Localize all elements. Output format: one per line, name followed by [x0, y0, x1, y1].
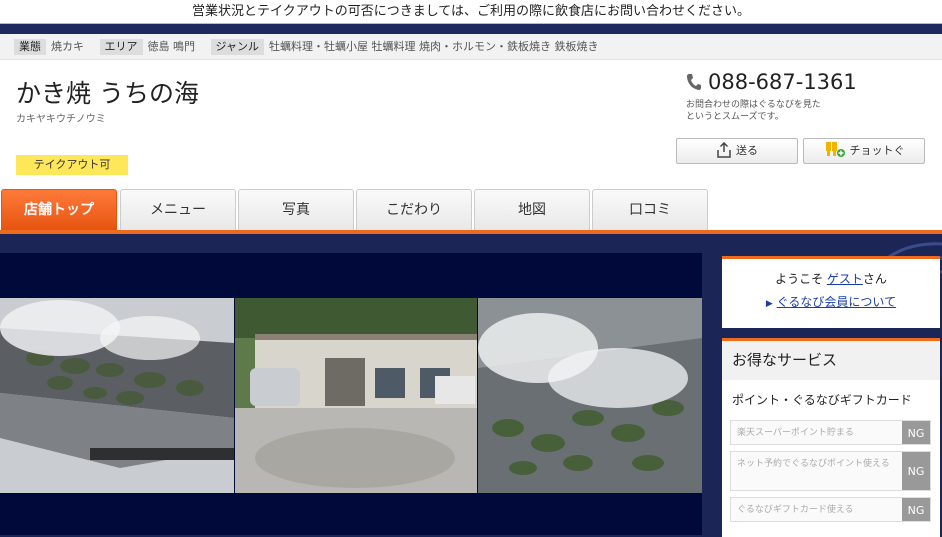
photo-grill-right [478, 298, 702, 493]
service-subtitle: ポイント・ぐるなびギフトカード [732, 393, 912, 407]
phone-text: 088-687-1361 [708, 70, 857, 94]
tab-underline [0, 230, 942, 234]
phone-note: お問合わせの際はぐるなびを見た というとスムーズです。 [686, 99, 856, 123]
tag-bar: 業態 焼カキ エリア 徳島 鳴門 ジャンル 牡蠣料理・牡蠣小屋 牡蠣料理 焼肉・ホルモ… [0, 34, 942, 60]
service-item-net-reserve: ネット予約でぐるなびポイント使える NG [730, 451, 931, 491]
takeout-badge: テイクアウト可 [16, 155, 128, 175]
phone-note-line2: というとスムーズです。 [686, 112, 784, 122]
chotto-label: チョットぐ [849, 144, 905, 157]
welcome-prefix: ようこそ [775, 272, 827, 286]
welcome-line: ようこそ ゲストさん [722, 270, 940, 287]
tag-label-business: 業態 [14, 39, 46, 55]
send-label: 送る [736, 144, 758, 157]
chotto-button[interactable]: チョットぐ [803, 138, 925, 164]
shop-kana: カキヤキウチノウミ [16, 114, 106, 125]
member-line: ▶ ぐるなび会員について [722, 293, 940, 310]
tab-kodawari[interactable]: こだわり [356, 189, 472, 230]
photo-shop-exterior [235, 298, 477, 493]
tab-top[interactable]: 店舗トップ [1, 189, 117, 230]
service-item-status: NG [902, 421, 930, 444]
chotto-icon [825, 142, 845, 157]
tag-label-genre: ジャンル [210, 39, 264, 55]
photo-grill-left [0, 298, 234, 493]
service-item-status: NG [902, 452, 930, 490]
tag-value-area[interactable]: 徳島 鳴門 [148, 40, 196, 53]
tab-map[interactable]: 地図 [474, 189, 590, 230]
tab-reviews[interactable]: 口コミ [592, 189, 708, 230]
guest-link[interactable]: ゲスト [827, 272, 863, 286]
welcome-suffix: さん [862, 272, 887, 286]
phone-note-line1: お問合わせの際はぐるなびを見た [686, 100, 821, 110]
arrow-right-icon: ▶ [765, 299, 773, 309]
send-button[interactable]: 送る [676, 138, 798, 164]
hero-gallery [0, 253, 702, 535]
tab-photo[interactable]: 写真 [238, 189, 354, 230]
service-box: お得なサービス ポイント・ぐるなびギフトカード 楽天スーパーポイント貯まる NG… [722, 338, 940, 537]
nav-tabs: 店舗トップ メニュー 写真 こだわり 地図 口コミ [0, 189, 942, 230]
phone-number[interactable]: 088-687-1361 [686, 70, 857, 94]
service-item-giftcard: ぐるなびギフトカード使える NG [730, 497, 931, 522]
tab-menu[interactable]: メニュー [120, 189, 236, 230]
phone-icon [687, 74, 701, 90]
shop-header: 業態 焼カキ エリア 徳島 鳴門 ジャンル 牡蠣料理・牡蠣小屋 牡蠣料理 焼肉・ホルモ… [0, 34, 942, 230]
member-info-link[interactable]: ぐるなび会員について [777, 295, 896, 309]
service-title: お得なサービス [722, 341, 940, 380]
service-item-text: ネット予約でぐるなびポイント使える [737, 459, 890, 469]
share-icon [717, 141, 731, 158]
shop-name: かき焼 うちの海 [16, 79, 199, 108]
tag-label-area: エリア [99, 39, 143, 55]
service-item-text: 楽天スーパーポイント貯まる [737, 428, 854, 438]
tag-value-genre[interactable]: 牡蠣料理・牡蠣小屋 牡蠣料理 焼肉・ホルモン・鉄板焼き 鉄板焼き [269, 40, 599, 53]
service-item-text: ぐるなびギフトカード使える [737, 505, 854, 515]
tag-value-business[interactable]: 焼カキ [51, 40, 84, 53]
notice-banner: 営業状況とテイクアウトの可否につきましては、ご利用の際に飲食店にお問い合わせくだ… [0, 0, 942, 24]
welcome-box: ようこそ ゲストさん ▶ ぐるなび会員について [722, 256, 940, 328]
service-item-rakuten: 楽天スーパーポイント貯まる NG [730, 420, 931, 445]
service-item-status: NG [902, 498, 930, 521]
